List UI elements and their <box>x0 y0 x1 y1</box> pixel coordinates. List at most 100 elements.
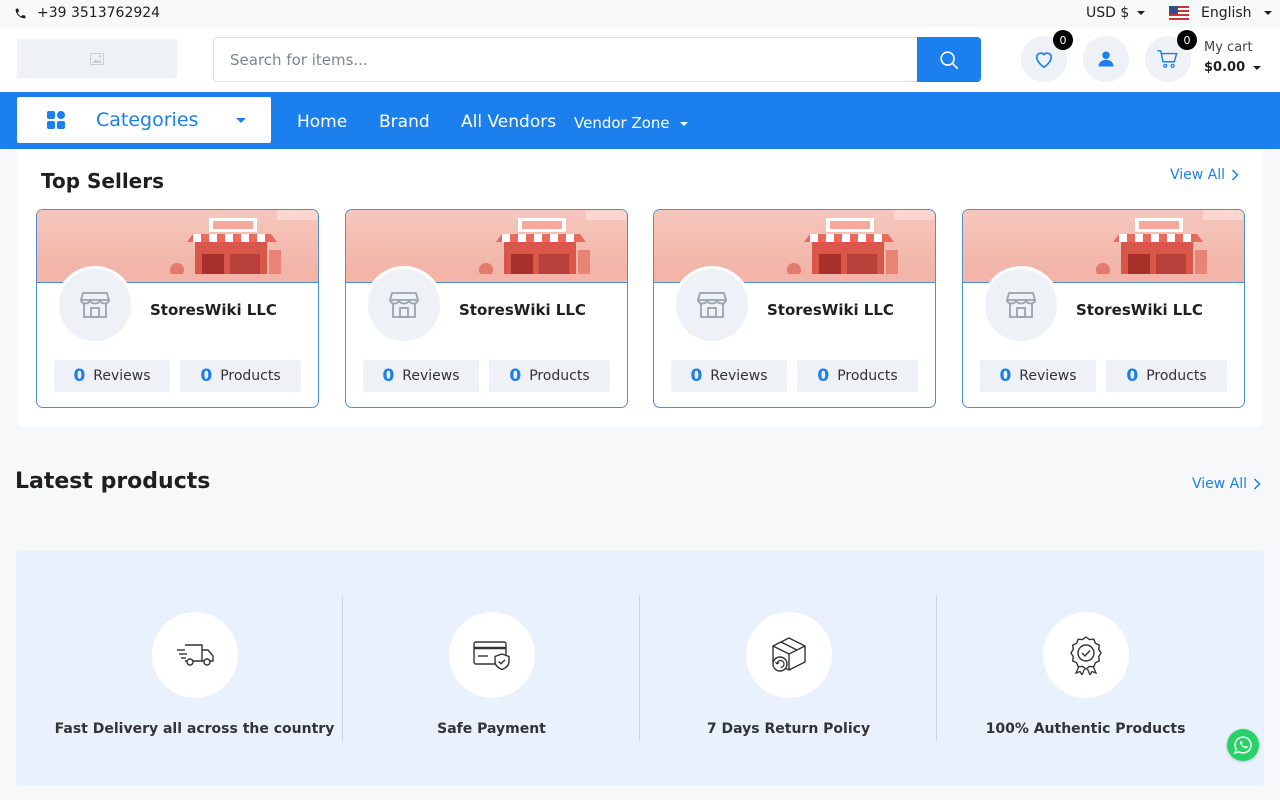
reviews-count: 0 <box>73 366 86 386</box>
store-icon <box>80 292 110 318</box>
reviews-label: Reviews <box>402 368 460 384</box>
latest-products-title: Latest products <box>15 469 211 494</box>
store-name: StoresWiki LLC <box>150 301 277 319</box>
feature-text: 100% Authentic Products <box>985 721 1186 737</box>
chevron-down-icon <box>236 118 246 123</box>
cart-count-badge: 0 <box>1177 30 1197 50</box>
reviews-label: Reviews <box>1019 368 1077 384</box>
feature-text: 7 Days Return Policy <box>706 721 871 737</box>
nav-link-home[interactable]: Home <box>297 112 347 132</box>
search-icon <box>940 50 959 69</box>
heart-icon <box>1035 52 1053 68</box>
products-count: 0 <box>1126 366 1139 386</box>
feature-icon-circle <box>745 612 832 698</box>
phone-icon <box>15 8 26 18</box>
feature-icon-circle <box>151 612 238 698</box>
authentic-badge-icon <box>1069 636 1102 675</box>
feature-text: Fast Delivery all across the country <box>54 721 335 737</box>
reviews-stat: 0 Reviews <box>54 360 170 392</box>
whatsapp-chat-button[interactable] <box>1227 729 1259 761</box>
store-icon <box>1006 292 1036 318</box>
search-input[interactable] <box>230 38 910 81</box>
products-stat: 0 Products <box>1106 360 1227 392</box>
vendor-zone-label: Vendor Zone <box>574 114 670 132</box>
nav-vendor-zone-dropdown[interactable]: Vendor Zone <box>574 114 688 132</box>
store-name: StoresWiki LLC <box>767 301 894 319</box>
products-stat: 0 Products <box>489 360 610 392</box>
site-logo[interactable] <box>17 39 177 78</box>
chevron-down-icon <box>1253 65 1262 70</box>
language-selector[interactable]: English <box>1169 5 1272 21</box>
phone-contact[interactable]: +39 3513762924 <box>14 5 160 21</box>
reviews-stat: 0 Reviews <box>980 360 1096 392</box>
seller-card[interactable]: StoresWiki LLC 0 Reviews 0 Products <box>345 209 628 408</box>
products-stat: 0 Products <box>797 360 918 392</box>
view-all-label: View All <box>1192 476 1248 492</box>
phone-number: +39 3513762924 <box>37 5 161 21</box>
chevron-down-icon <box>1263 11 1272 15</box>
store-avatar <box>673 266 751 344</box>
seller-card[interactable]: StoresWiki LLC 0 Reviews 0 Products <box>962 209 1245 408</box>
delivery-truck-icon <box>176 644 214 666</box>
us-flag-icon <box>1169 6 1189 20</box>
categories-label: Categories <box>96 109 199 131</box>
products-count: 0 <box>200 366 213 386</box>
search-bar <box>213 37 981 82</box>
reviews-label: Reviews <box>93 368 151 384</box>
chevron-down-icon <box>1137 11 1146 15</box>
features-section: Fast Delivery all across the country Saf… <box>16 551 1264 785</box>
products-label: Products <box>837 368 898 384</box>
categories-dropdown[interactable]: Categories <box>17 97 271 143</box>
secure-card-icon <box>472 641 510 671</box>
store-name: StoresWiki LLC <box>1076 301 1203 319</box>
top-bar: +39 3513762924 USD $ English <box>0 0 1280 27</box>
section-title: Top Sellers <box>41 169 165 193</box>
view-all-sellers-link[interactable]: View All <box>1170 167 1239 183</box>
feature-icon-circle <box>1042 612 1129 698</box>
nav-link-brand[interactable]: Brand <box>379 112 430 132</box>
language-label: English <box>1201 5 1252 21</box>
products-count: 0 <box>817 366 830 386</box>
store-avatar <box>982 266 1060 344</box>
currency-selector[interactable]: USD $ <box>1086 5 1146 21</box>
reviews-stat: 0 Reviews <box>671 360 787 392</box>
view-all-label: View All <box>1170 167 1226 183</box>
wishlist-button[interactable]: 0 <box>1021 30 1073 82</box>
products-label: Products <box>1146 368 1207 384</box>
store-icon <box>697 292 727 318</box>
reviews-count: 0 <box>690 366 703 386</box>
products-label: Products <box>529 368 590 384</box>
wishlist-count-badge: 0 <box>1053 30 1073 50</box>
feature-item: Safe Payment <box>343 551 640 785</box>
nav-link-all-vendors[interactable]: All Vendors <box>461 112 556 132</box>
seller-card[interactable]: StoresWiki LLC 0 Reviews 0 Products <box>653 209 936 408</box>
cart-label[interactable]: My cart <box>1204 40 1253 55</box>
feature-item: 7 Days Return Policy <box>640 551 937 785</box>
header: 0 0 My cart $0.00 <box>0 27 1280 92</box>
chevron-right-icon <box>1232 169 1239 181</box>
account-button[interactable] <box>1083 36 1129 82</box>
view-all-products-link[interactable]: View All <box>1192 476 1261 492</box>
cart-total-dropdown[interactable]: $0.00 <box>1204 60 1262 75</box>
chevron-down-icon <box>679 121 688 126</box>
store-icon <box>389 292 419 318</box>
reviews-stat: 0 Reviews <box>363 360 479 392</box>
cart-icon <box>1157 50 1178 68</box>
feature-item: Fast Delivery all across the country <box>46 551 343 785</box>
user-icon <box>1098 51 1114 67</box>
search-button[interactable] <box>917 37 981 82</box>
image-placeholder-icon <box>90 52 104 65</box>
store-avatar <box>56 266 134 344</box>
products-count: 0 <box>509 366 522 386</box>
cart-total-value: $0.00 <box>1204 60 1246 75</box>
reviews-count: 0 <box>382 366 395 386</box>
whatsapp-icon <box>1234 736 1252 754</box>
products-label: Products <box>220 368 281 384</box>
feature-icon-circle <box>448 612 535 698</box>
grid-icon <box>47 111 65 129</box>
main-nav: Categories Home Brand All Vendors Vendor… <box>0 92 1280 149</box>
products-stat: 0 Products <box>180 360 301 392</box>
seller-card[interactable]: StoresWiki LLC 0 Reviews 0 Products <box>36 209 319 408</box>
store-name: StoresWiki LLC <box>459 301 586 319</box>
cart-button[interactable]: 0 <box>1145 30 1197 82</box>
